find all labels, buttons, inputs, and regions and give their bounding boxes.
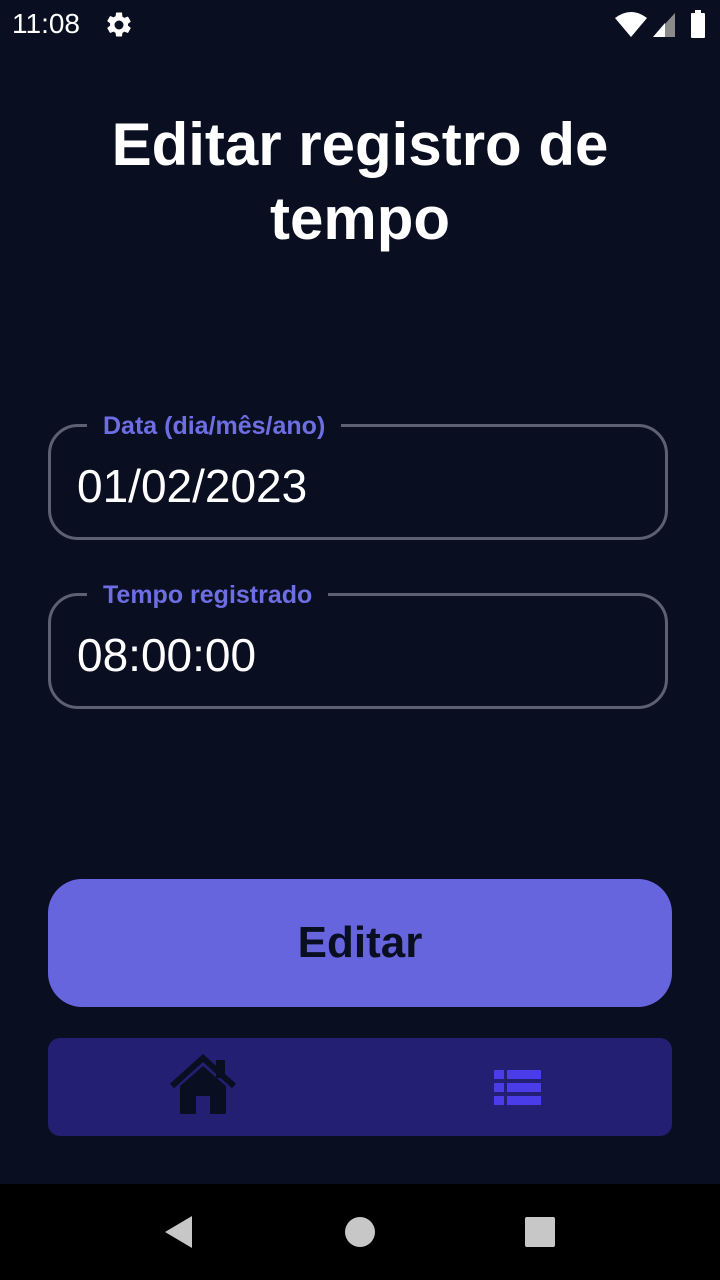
- home-icon: [169, 1053, 237, 1114]
- date-field[interactable]: Data (dia/mês/ano) 01/02/2023: [48, 411, 668, 540]
- settings-gear-icon: [104, 10, 134, 40]
- screen: 11:08 Editar registro de tempo Data (dia…: [0, 0, 720, 1280]
- time-field-value[interactable]: 08:00:00: [77, 628, 256, 682]
- date-field-label: Data (dia/mês/ano): [87, 411, 342, 441]
- battery-icon: [690, 10, 706, 38]
- edit-button[interactable]: Editar: [48, 879, 672, 1007]
- home-circle-icon[interactable]: [338, 1210, 382, 1254]
- status-bar: 11:08: [0, 0, 720, 48]
- system-nav-bar: [0, 1184, 720, 1280]
- back-icon[interactable]: [158, 1210, 202, 1254]
- time-field[interactable]: Tempo registrado 08:00:00: [48, 580, 668, 709]
- tab-list[interactable]: [478, 1052, 556, 1122]
- tab-home[interactable]: [166, 1052, 240, 1122]
- bottom-tab-bar: [48, 1038, 672, 1136]
- time-field-label: Tempo registrado: [87, 580, 329, 610]
- recents-square-icon[interactable]: [518, 1210, 562, 1254]
- date-field-value[interactable]: 01/02/2023: [77, 459, 307, 513]
- page-title: Editar registro de tempo: [111, 111, 609, 252]
- cell-signal-icon: [652, 12, 676, 38]
- wifi-icon: [614, 12, 648, 38]
- status-time: 11:08: [12, 8, 80, 39]
- list-icon: [494, 1070, 541, 1105]
